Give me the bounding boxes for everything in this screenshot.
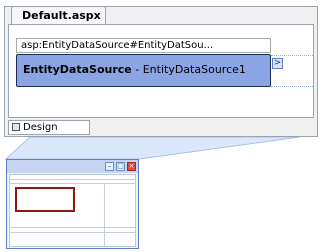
close-icon[interactable]: × [127,162,136,171]
smart-tag-chevron-icon[interactable]: > [272,58,283,69]
thumbnail-rule [10,179,135,180]
thumbnail-content [9,174,136,247]
control-separator: - [131,63,143,76]
thumbnail-rule [10,227,135,228]
control-header-label: asp:EntityDataSource#EntityDatSou... [16,38,271,53]
control-type-label: EntityDataSource [23,63,132,76]
document-window: Default.aspx asp:EntityDataSource#Entity… [4,6,318,137]
thumbnail-titlebar: – □ × [7,160,138,173]
thumbnail-divider [104,183,105,246]
maximize-icon[interactable]: □ [116,162,125,171]
thumbnail-highlight-region [15,187,75,212]
thumbnail-rule [10,183,135,184]
design-surface[interactable]: asp:EntityDataSource#EntityDatSou... Ent… [8,24,314,118]
design-view-tab[interactable]: Design [8,120,90,135]
tab-default-aspx[interactable]: Default.aspx [11,6,106,24]
design-tab-label: Design [23,122,58,133]
minimize-icon[interactable]: – [105,162,114,171]
design-icon [12,123,20,131]
entity-data-source-control[interactable]: EntityDataSource - EntityDataSource1 [16,54,271,87]
thumbnail-rule [10,232,135,233]
control-name-label: EntityDataSource1 [142,63,246,76]
thumbnail-window: – □ × [6,159,139,249]
